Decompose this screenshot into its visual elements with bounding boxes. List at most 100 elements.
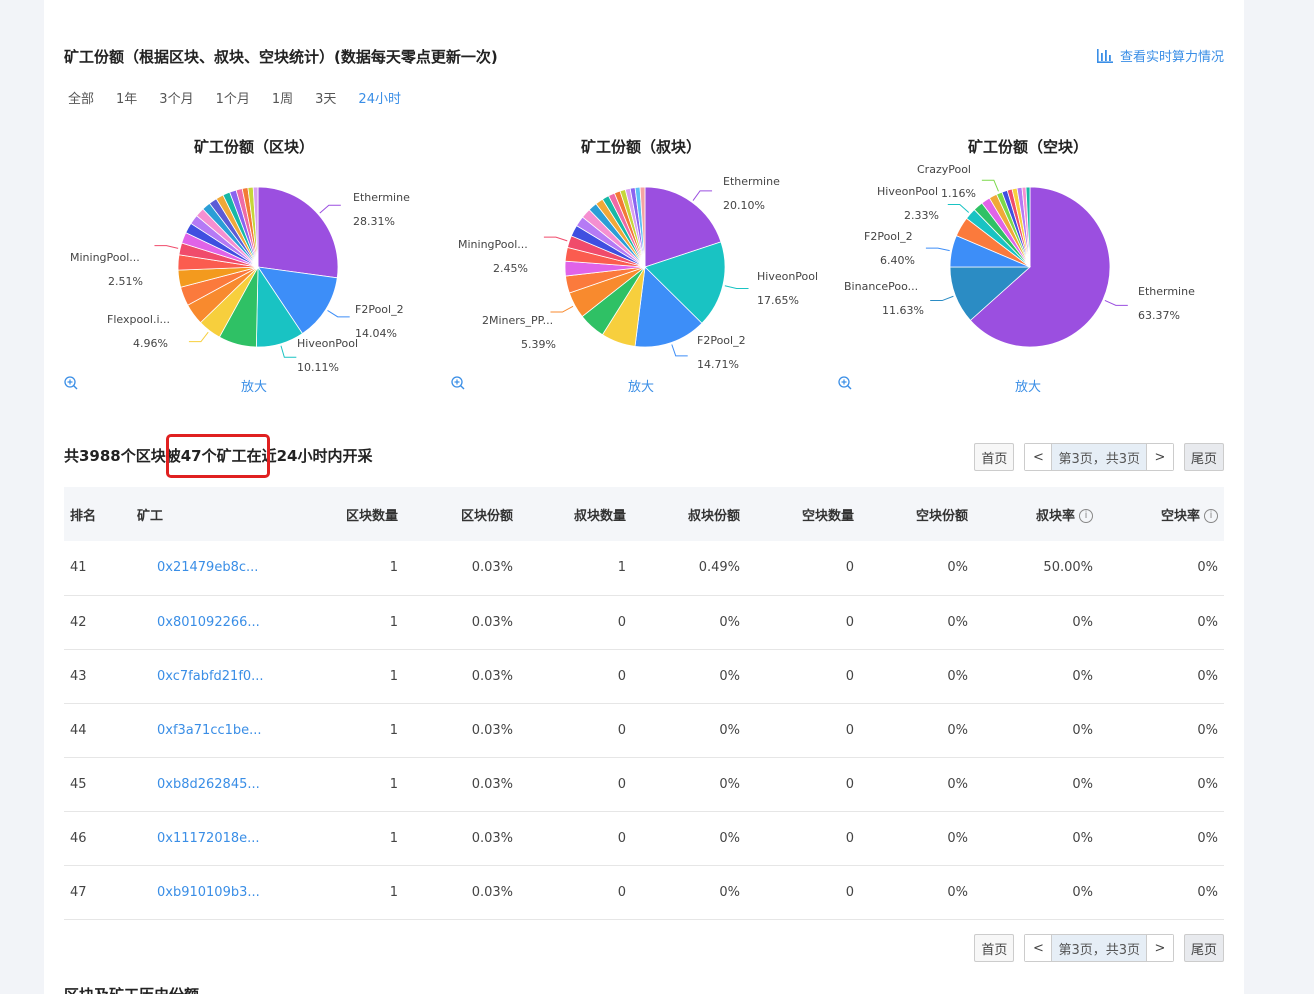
col-uncle-rate: 叔块率 i	[974, 487, 1099, 541]
prev-page-button[interactable]: <	[1025, 444, 1052, 470]
cell-miner[interactable]: 0xb910109b3...	[131, 865, 271, 919]
table-row: 42 0x801092266... 1 0.03% 0 0% 0 0% 0% 0%	[64, 595, 1224, 649]
pie-chart-empty-blocks: 矿工份额（空块） Ethermine 63.37% BinancePoo... …	[838, 130, 1218, 400]
tab-range-1w[interactable]: 1周	[272, 88, 293, 107]
section-title: 矿工份额（根据区块、叔块、空块统计）(数据每天零点更新一次)	[64, 48, 498, 66]
cell-uncle-share: 0%	[719, 830, 740, 846]
zoom-label: 放大	[240, 380, 267, 395]
pie-label-name: HiveonPool	[297, 337, 359, 350]
cell-miner[interactable]: 0xc7fabfd21f0...	[131, 649, 271, 703]
tab-range-24h[interactable]: 24小时	[358, 88, 401, 107]
table-row: 41 0x21479eb8c... 1 0.03% 1 0.49% 0 0% 50.00% 0%	[64, 541, 1224, 595]
cell-miner[interactable]: 0xb8d262845...	[131, 757, 271, 811]
cell-uncle-count: 0	[617, 614, 626, 630]
cell-rank: 46	[70, 830, 87, 846]
cell-block-count: 1	[389, 668, 398, 684]
tab-range-3m[interactable]: 3个月	[159, 88, 193, 107]
next-page-button[interactable]: >	[1146, 444, 1173, 470]
pie-label-line	[692, 190, 713, 201]
first-page-button[interactable]: 首页	[974, 443, 1015, 471]
cell-uncle-rate: 0%	[1072, 884, 1093, 900]
pie-label-name: Ethermine	[1138, 285, 1195, 298]
cell-uncle-count: 0	[617, 884, 626, 900]
pie-label-line	[543, 236, 568, 242]
page-info: 第3页，共3页	[1051, 444, 1147, 470]
cell-empty-count: 0	[845, 614, 854, 630]
miners-table: 排名 矿工 区块数量 区块份额 叔块数量 叔块份额 空块数量 空块份额 叔块率 i…	[64, 487, 1224, 920]
cell-miner[interactable]: 0x11172018e...	[131, 811, 271, 865]
cell-empty-rate: 0%	[1197, 668, 1218, 684]
first-page-button[interactable]: 首页	[974, 934, 1015, 962]
zoom-label: 放大	[627, 380, 654, 395]
cell-block-count: 1	[389, 776, 398, 792]
info-icon[interactable]: i	[1079, 509, 1093, 523]
cell-rank: 44	[70, 722, 87, 738]
cell-block-count: 1	[389, 560, 398, 576]
pie-label-line	[724, 285, 749, 289]
tab-range-1m[interactable]: 1个月	[216, 88, 250, 107]
pie-label-line	[154, 245, 179, 249]
uncle-rate-label: 叔块率	[1035, 508, 1075, 524]
zoom-in-icon	[451, 376, 465, 390]
cell-rank: 47	[70, 884, 87, 900]
cell-block-count: 1	[389, 614, 398, 630]
pie-label-pct: 4.96%	[133, 337, 168, 350]
tab-range-1y[interactable]: 1年	[116, 88, 137, 107]
pie-label-name: BinancePoo...	[844, 280, 919, 293]
table-row: 47 0xb910109b3... 1 0.03% 0 0% 0 0% 0% 0%	[64, 865, 1224, 919]
pie-label-name: F2Pool_2	[697, 334, 746, 347]
zoom-button[interactable]: 放大	[451, 376, 831, 395]
pie-label-name: HiveonPool	[877, 185, 939, 198]
col-miner: 矿工	[137, 508, 164, 524]
tab-range-3d[interactable]: 3天	[315, 88, 336, 107]
pie-label-pct: 2.45%	[493, 262, 528, 275]
pie-label-pct: 2.51%	[108, 275, 143, 288]
cell-empty-share: 0%	[947, 614, 968, 630]
cell-uncle-count: 1	[617, 560, 626, 576]
pie-label-name: 2Miners_PP...	[482, 314, 554, 327]
cell-block-share: 0.03%	[471, 668, 513, 684]
pie-label-name: MiningPool...	[458, 238, 528, 251]
cell-rank: 45	[70, 776, 87, 792]
cell-uncle-count: 0	[617, 668, 626, 684]
realtime-hashrate-link[interactable]: 查看实时算力情况	[1096, 46, 1224, 65]
pie-label-pct: 2.33%	[904, 209, 939, 222]
pie-slice[interactable]	[257, 186, 339, 279]
zoom-button[interactable]: 放大	[64, 376, 444, 395]
cell-uncle-rate: 0%	[1072, 668, 1093, 684]
page-nav-group: < 第3页，共3页 >	[1024, 934, 1174, 962]
cell-empty-rate: 0%	[1197, 560, 1218, 576]
cell-uncle-share: 0%	[719, 668, 740, 684]
last-page-button[interactable]: 尾页	[1183, 934, 1224, 962]
cell-block-share: 0.03%	[471, 830, 513, 846]
pie-label-name: Ethermine	[723, 175, 780, 188]
cell-empty-count: 0	[845, 830, 854, 846]
cell-miner[interactable]: 0x801092266...	[131, 595, 271, 649]
tab-range-all[interactable]: 全部	[68, 88, 94, 107]
last-page-button[interactable]: 尾页	[1183, 443, 1224, 471]
next-page-button[interactable]: >	[1146, 935, 1173, 961]
cell-block-count: 1	[389, 722, 398, 738]
cell-empty-count: 0	[845, 776, 854, 792]
zoom-in-icon	[838, 376, 852, 390]
cell-rank: 42	[70, 614, 87, 630]
cell-uncle-share: 0.49%	[698, 560, 740, 576]
prev-page-button[interactable]: <	[1025, 935, 1052, 961]
pie-label-line	[188, 331, 209, 343]
cell-empty-share: 0%	[947, 722, 968, 738]
cell-miner[interactable]: 0x21479eb8c...	[131, 541, 271, 595]
cell-empty-rate: 0%	[1197, 884, 1218, 900]
pie-label-name: F2Pool_2	[355, 303, 404, 316]
zoom-label: 放大	[1014, 380, 1041, 395]
zoom-button[interactable]: 放大	[838, 376, 1218, 395]
cell-empty-share: 0%	[947, 668, 968, 684]
page-nav-group: < 第3页，共3页 >	[1024, 443, 1174, 471]
pie-chart-blocks: 矿工份额（区块） Ethermine 28.31% F2Pool_2 14.04…	[64, 130, 444, 400]
info-icon[interactable]: i	[1204, 509, 1218, 523]
pie-label-name: HiveonPool	[757, 270, 819, 283]
pie-label-line	[280, 345, 297, 358]
cell-block-share: 0.03%	[471, 614, 513, 630]
table-header-row: 排名 矿工 区块数量 区块份额 叔块数量 叔块份额 空块数量 空块份额 叔块率 i…	[64, 487, 1224, 541]
cell-empty-share: 0%	[947, 884, 968, 900]
cell-miner[interactable]: 0xf3a71cc1be...	[131, 703, 271, 757]
